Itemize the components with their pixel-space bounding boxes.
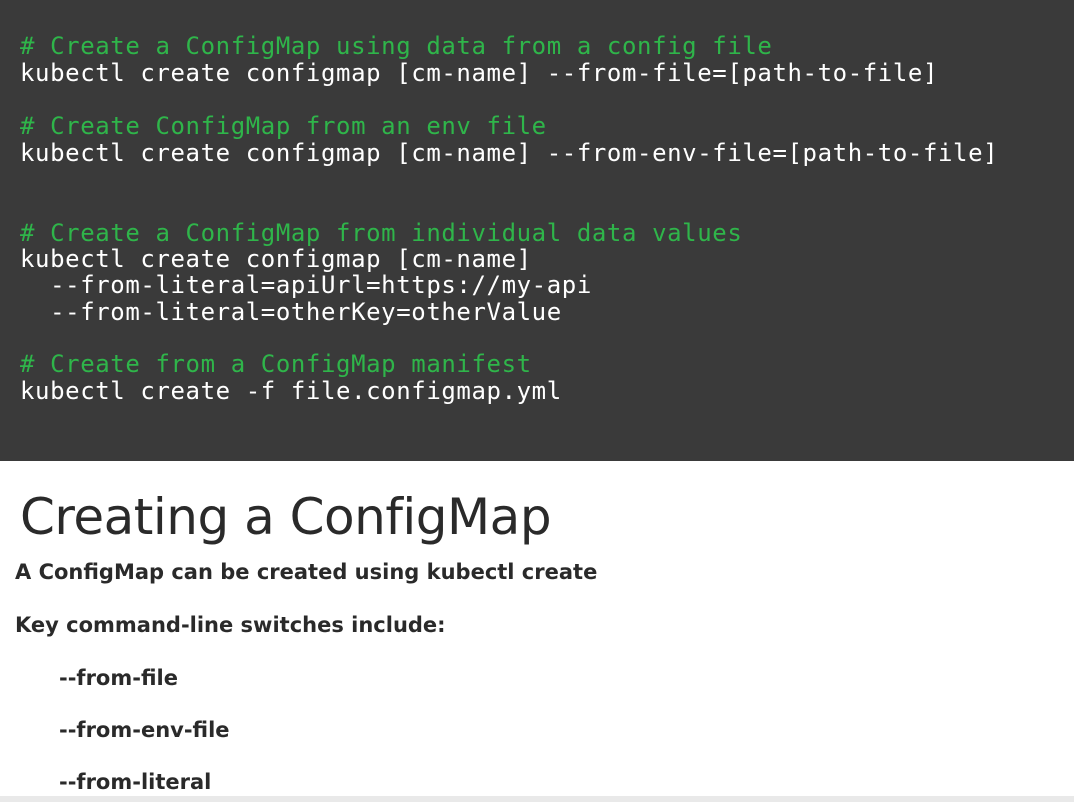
code-command-create-configmap: kubectl create configmap [cm-name]: [20, 245, 532, 273]
code-panel: # Create a ConfigMap using data from a c…: [0, 0, 1074, 461]
switch-item-from-env-file: --from-env-file: [59, 718, 230, 742]
switch-item-from-literal: --from-literal: [59, 770, 212, 794]
intro-command: kubectl create: [426, 560, 598, 584]
code-command-literal-apiurl: --from-literal=apiUrl=https://my-api: [20, 271, 592, 299]
code-comment-env-file: # Create ConfigMap from an env file: [20, 112, 547, 140]
code-command-from-manifest: kubectl create -f file.configmap.yml: [20, 377, 562, 405]
code-command-from-file: kubectl create configmap [cm-name] --fro…: [20, 59, 939, 87]
intro-text-prefix: A ConfigMap can be created using: [15, 560, 427, 584]
slide-title: Creating a ConfigMap: [20, 488, 552, 546]
code-command-from-env-file: kubectl create configmap [cm-name] --fro…: [20, 139, 999, 167]
code-comment-manifest: # Create from a ConfigMap manifest: [20, 350, 532, 378]
code-command-literal-otherkey: --from-literal=otherKey=otherValue: [20, 298, 562, 326]
switches-heading: Key command-line switches include:: [15, 613, 446, 637]
code-comment-individual-values: # Create a ConfigMap from individual dat…: [20, 219, 743, 247]
code-comment-config-file: # Create a ConfigMap using data from a c…: [20, 32, 773, 60]
intro-text: A ConfigMap can be created using kubectl…: [15, 559, 597, 585]
switch-item-from-file: --from-file: [59, 666, 178, 690]
bottom-bar: [0, 796, 1074, 802]
